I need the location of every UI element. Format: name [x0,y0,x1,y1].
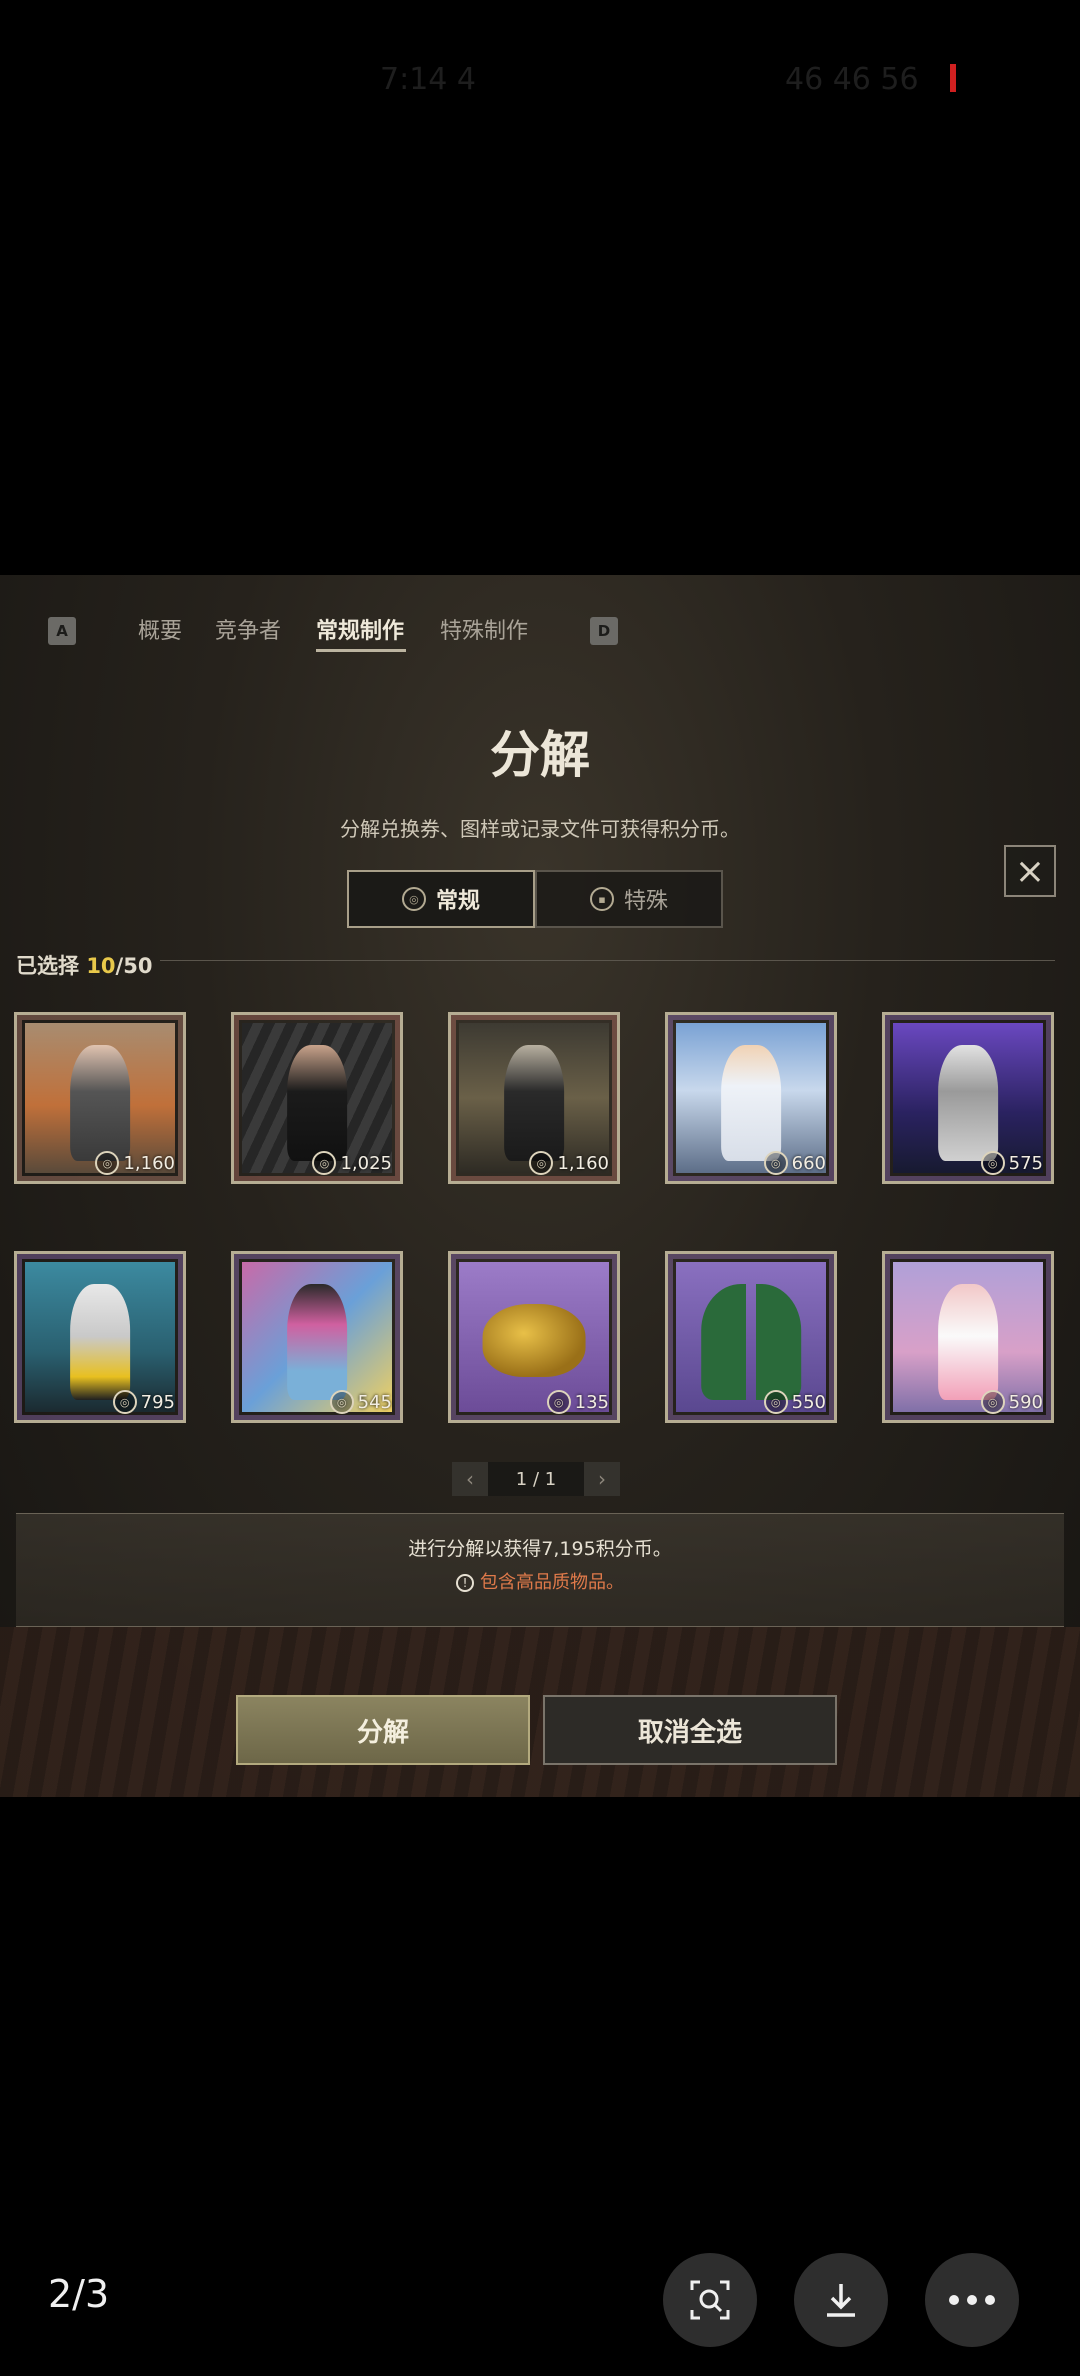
decompose-button[interactable]: 分解 [236,1695,530,1765]
tab-special-crafting[interactable]: 特殊制作 [440,613,528,645]
key-hint-left: A [48,617,76,645]
selected-total: /50 [115,954,153,978]
chevron-left-icon: ‹ [466,1467,474,1491]
item-art [287,1283,347,1401]
toggle-regular-label: 常规 [435,889,480,914]
tab-competitors[interactable]: 竞争者 [215,613,281,645]
warning-icon: ! [456,1574,474,1592]
item-price: ◎ 795 [112,1390,175,1414]
item-price: ◎ 590 [980,1390,1043,1414]
status-signal: 46 46 56 [785,62,919,97]
close-icon: × [1014,850,1046,892]
chevron-right-icon: › [598,1467,606,1491]
item-art [938,1044,998,1162]
viewer-toolbar: 2/3 [0,2250,1080,2350]
item-card[interactable]: ◎ 135 [448,1251,620,1423]
coin-icon: ◎ [112,1390,137,1414]
item-price: ◎ 660 [763,1151,826,1175]
active-tab-underline [316,649,406,652]
item-art [721,1044,781,1162]
coin-icon: ◎ [546,1390,571,1414]
tab-overview[interactable]: 概要 [138,613,182,645]
top-nav: A 概要 竞争者 常规制作 特殊制作 D [0,597,1080,657]
next-page-button[interactable]: › [584,1462,620,1496]
selected-number: 10 [86,954,116,978]
coin-icon: ◎ [329,1390,354,1414]
item-art [287,1044,347,1162]
item-card[interactable]: ◎ 1,160 [14,1012,186,1184]
toggle-regular[interactable]: ◎ 常规 [347,870,535,928]
category-toggle: ◎ 常规 ▪ 特殊 [347,870,723,928]
page-number: 1 / 1 [488,1462,584,1496]
prev-page-button[interactable]: ‹ [452,1462,488,1496]
item-art [70,1283,130,1401]
more-icon [949,2295,995,2305]
item-card[interactable]: ◎ 590 [882,1251,1054,1423]
download-button[interactable] [794,2253,888,2347]
coin-icon: ◎ [95,1151,120,1175]
more-options-button[interactable] [925,2253,1019,2347]
lens-search-icon [690,2280,730,2320]
item-art [504,1044,564,1162]
item-card[interactable]: ◎ 550 [665,1251,837,1423]
coin-icon: ◎ [529,1151,554,1175]
coin-icon: ◎ [312,1151,337,1175]
game-screenshot: A 概要 竞争者 常规制作 特殊制作 D 分解 分解兑换券、图样或记录文件可获得… [0,575,1080,1797]
page-indicator: 2/3 [48,2272,110,2316]
download-icon [827,2284,855,2317]
deselect-all-button[interactable]: 取消全选 [543,1695,837,1765]
key-hint-right: D [590,617,618,645]
item-price: ◎ 550 [763,1390,826,1414]
item-card[interactable]: ◎ 1,025 [231,1012,403,1184]
pagination: ‹ 1 / 1 › [452,1462,620,1496]
status-time: 7:14 4 [380,62,476,97]
item-price: ◎ 1,160 [529,1151,609,1175]
item-card[interactable]: ◎ 545 [231,1251,403,1423]
warning-text: 包含高品质物品。 [480,1572,624,1593]
item-art [701,1283,801,1401]
warning-line: ! 包含高品质物品。 [16,1568,1064,1594]
item-card[interactable]: ◎ 1,160 [448,1012,620,1184]
coin-icon: ◎ [401,887,426,911]
item-price: ◎ 575 [980,1151,1043,1175]
page-subtitle: 分解兑换券、图样或记录文件可获得积分币。 [340,817,740,841]
chip-icon: ▪ [589,887,614,911]
coin-icon: ◎ [763,1390,788,1414]
visual-search-button[interactable] [663,2253,757,2347]
item-price: ◎ 545 [329,1390,392,1414]
item-art [70,1044,130,1162]
item-price: ◎ 1,025 [312,1151,392,1175]
item-card[interactable]: ◎ 660 [665,1012,837,1184]
tab-regular-crafting[interactable]: 常规制作 [316,613,404,645]
selected-count: 已选择 10/50 [16,950,152,980]
item-price: ◎ 135 [546,1390,609,1414]
toggle-special-label: 特殊 [623,889,668,914]
item-card[interactable]: ◎ 795 [14,1251,186,1423]
coin-icon: ◎ [980,1390,1005,1414]
item-card[interactable]: ◎ 575 [882,1012,1054,1184]
page-title: 分解 [490,726,590,784]
item-price: ◎ 1,160 [95,1151,175,1175]
recording-indicator [950,64,956,92]
toggle-special[interactable]: ▪ 特殊 [535,870,723,928]
floor-background [0,1627,1080,1797]
coin-icon: ◎ [763,1151,788,1175]
divider [160,960,1055,961]
status-bar: 7:14 4 46 46 56 [0,0,1080,160]
gain-text: 进行分解以获得7,195积分币。 [408,1538,672,1560]
item-art [938,1283,998,1401]
coin-icon: ◎ [980,1151,1005,1175]
selected-label: 已选择 [16,954,79,978]
close-button[interactable]: × [1004,845,1056,897]
gold-mask-art [482,1303,586,1377]
summary-box: 进行分解以获得7,195积分币。 ! 包含高品质物品。 [16,1513,1064,1627]
